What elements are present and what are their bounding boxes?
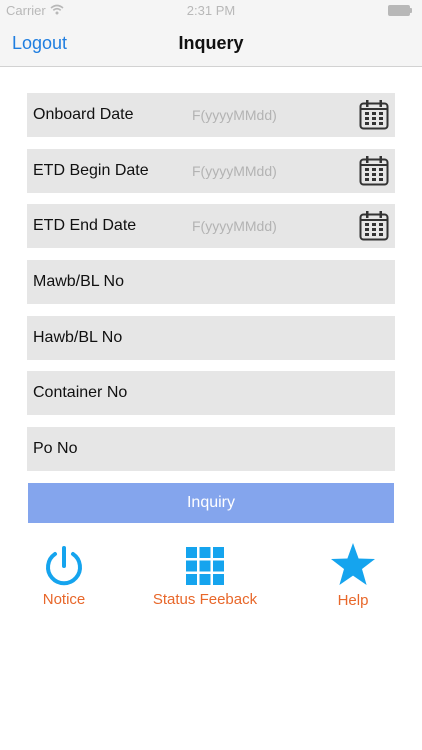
po-no-field[interactable]: Po No [27, 427, 395, 471]
status-feeback-button[interactable]: Status Feeback [140, 546, 270, 608]
field-label: Container No [33, 384, 128, 401]
notice-button[interactable]: Notice [25, 545, 103, 608]
calendar-icon[interactable] [359, 99, 389, 131]
etd-end-date-field[interactable]: ETD End Date F(yyyyMMdd) [27, 204, 395, 248]
page-title: Inquery [178, 33, 244, 53]
field-label: Hawb/BL No [33, 329, 123, 346]
navigation-bar: Carrier 2:31 PM Logout Inquery [0, 0, 422, 67]
field-label: Onboard Date [33, 106, 134, 123]
status-feeback-label: Status Feeback [152, 591, 258, 608]
battery-icon [388, 5, 412, 16]
grid-icon [186, 547, 224, 585]
calendar-icon[interactable] [359, 210, 389, 242]
hawb-bl-no-field[interactable]: Hawb/BL No [27, 316, 395, 360]
field-placeholder: F(yyyyMMdd) [192, 163, 277, 179]
field-placeholder: F(yyyyMMdd) [192, 107, 277, 123]
field-label: Po No [33, 440, 78, 457]
container-no-field[interactable]: Container No [27, 371, 395, 415]
status-bar: Carrier 2:31 PM [0, 0, 422, 22]
help-button[interactable]: Help [318, 542, 388, 609]
mawb-bl-no-field[interactable]: Mawb/BL No [27, 260, 395, 304]
star-icon [331, 543, 375, 585]
field-label: Mawb/BL No [33, 273, 124, 290]
field-label: ETD Begin Date [33, 162, 149, 179]
power-icon [46, 546, 82, 586]
help-label: Help [337, 592, 369, 609]
field-placeholder: F(yyyyMMdd) [192, 218, 277, 234]
calendar-icon[interactable] [359, 155, 389, 187]
notice-label: Notice [42, 591, 86, 608]
field-label: ETD End Date [33, 217, 137, 234]
etd-begin-date-field[interactable]: ETD Begin Date F(yyyyMMdd) [27, 149, 395, 193]
clock: 2:31 PM [186, 3, 236, 18]
onboard-date-field[interactable]: Onboard Date F(yyyyMMdd) [27, 93, 395, 137]
inquiry-button[interactable]: Inquiry [28, 483, 394, 523]
